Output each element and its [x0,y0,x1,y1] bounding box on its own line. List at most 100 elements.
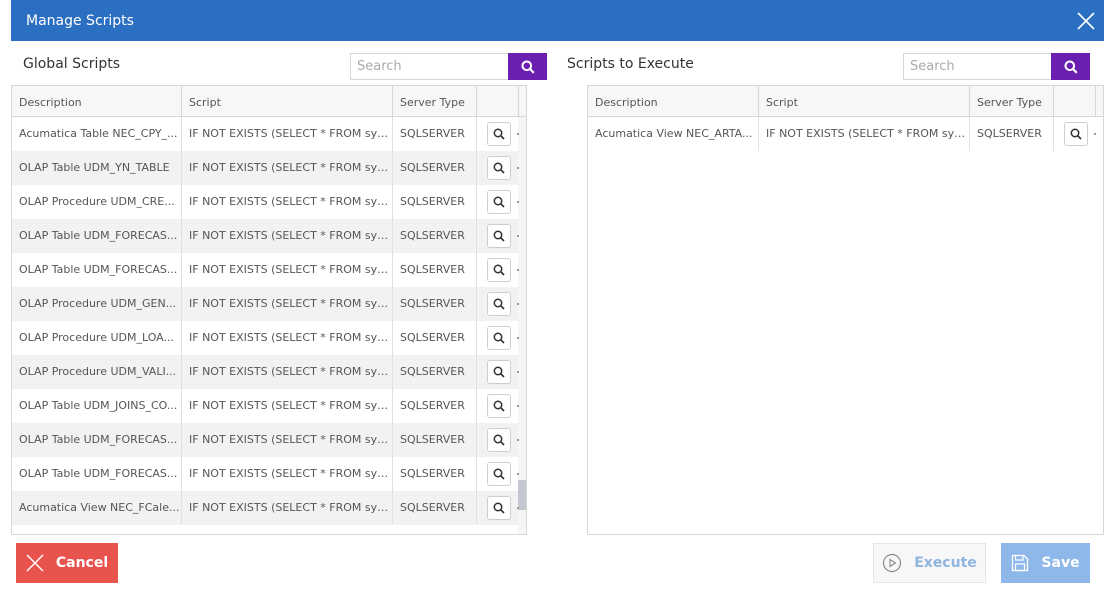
view-script-button[interactable] [487,190,511,214]
search-icon [493,366,505,378]
cell-description: Acumatica Table NEC_CPY_... [12,117,182,151]
overflow-dot [517,371,519,373]
view-script-button[interactable] [487,326,511,350]
close-icon [26,554,44,572]
execute-search-input[interactable] [903,53,1051,80]
search-icon [493,128,505,140]
search-icon [1064,60,1078,74]
table-row[interactable]: OLAP Table UDM_FORECAS... IF NOT EXISTS (… [12,457,519,491]
view-script-button[interactable] [487,360,511,384]
cell-server-type: SQLSERVER [393,389,477,423]
column-header-description[interactable]: Description [588,86,759,117]
view-script-button[interactable] [487,224,511,248]
column-header-script[interactable]: Script [182,86,393,117]
global-search-input[interactable] [350,53,508,80]
global-search [350,53,547,80]
cell-server-type: SQLSERVER [393,151,477,185]
cell-server-type: SQLSERVER [393,423,477,457]
save-button[interactable]: Save [1001,543,1090,583]
save-label: Save [1041,555,1080,571]
global-search-button[interactable] [508,53,547,80]
overflow-dot [517,473,519,475]
cell-script: IF NOT EXISTS (SELECT * FROM sys.... [182,457,393,491]
overflow-dot [517,303,519,305]
overflow-dot [517,235,519,237]
search-icon [493,162,505,174]
global-scripts-grid: Description Script Server Type Acumatica… [11,85,527,535]
cell-server-type: SQLSERVER [393,253,477,287]
search-icon [493,230,505,242]
cell-description: Acumatica View NEC_ARTA... [588,117,759,151]
cancel-button[interactable]: Cancel [16,543,118,583]
close-icon[interactable] [1076,11,1096,31]
overflow-dot [517,405,519,407]
table-row[interactable]: OLAP Table UDM_FORECAS... IF NOT EXISTS (… [12,219,519,253]
cell-server-type: SQLSERVER [393,287,477,321]
overflow-dot [517,133,519,135]
column-header-server-type[interactable]: Server Type [970,86,1054,117]
global-grid-scrollbar-thumb[interactable] [518,480,526,510]
table-row[interactable]: OLAP Table UDM_YN_TABLE IF NOT EXISTS (SE… [12,151,519,185]
table-row[interactable]: Acumatica Table NEC_CPY_... IF NOT EXISTS… [12,117,519,151]
cell-script: IF NOT EXISTS (SELECT * FROM sys.... [182,423,393,457]
view-script-button[interactable] [487,156,511,180]
table-row[interactable]: OLAP Procedure UDM_CRE... IF NOT EXISTS (… [12,185,519,219]
view-script-button[interactable] [1064,122,1088,146]
cell-script: IF NOT EXISTS (SELECT * FROM sys.... [182,389,393,423]
cell-server-type: SQLSERVER [393,355,477,389]
scripts-to-execute-grid: Description Script Server Type Acumatica… [587,85,1104,535]
table-row[interactable]: OLAP Procedure UDM_VALI... IF NOT EXISTS … [12,355,519,389]
view-script-button[interactable] [487,258,511,282]
execute-grid-header: Description Script Server Type [588,86,1103,117]
search-icon [493,264,505,276]
table-row[interactable]: Acumatica View NEC_ARTA... IF NOT EXISTS … [588,117,1096,151]
overflow-dot [517,201,519,203]
search-icon [521,60,535,74]
play-circle-icon [882,553,902,573]
view-script-button[interactable] [487,122,511,146]
execute-label: Execute [914,555,977,571]
cell-description: OLAP Procedure UDM_GEN... [12,287,182,321]
view-script-button[interactable] [487,462,511,486]
scripts-to-execute-title: Scripts to Execute [567,56,694,72]
table-row[interactable]: OLAP Procedure UDM_LOA... IF NOT EXISTS (… [12,321,519,355]
cell-script: IF NOT EXISTS (SELECT * FROM sys.... [182,151,393,185]
table-row[interactable]: Acumatica View NEC_FCale... IF NOT EXISTS… [12,491,519,525]
search-icon [1070,128,1082,140]
search-icon [493,332,505,344]
cell-description: OLAP Procedure UDM_LOA... [12,321,182,355]
table-row[interactable]: OLAP Procedure UDM_GEN... IF NOT EXISTS (… [12,287,519,321]
overflow-dot [517,439,519,441]
search-icon [493,468,505,480]
execute-search-button[interactable] [1051,53,1090,80]
cell-script: IF NOT EXISTS (SELECT * FROM sys.... [759,117,970,151]
dialog-titlebar: Manage Scripts [11,0,1104,41]
cell-server-type: SQLSERVER [393,457,477,491]
view-script-button[interactable] [487,394,511,418]
cell-script: IF NOT EXISTS (SELECT * FROM sys.... [182,253,393,287]
overflow-dot [517,167,519,169]
table-row[interactable]: OLAP Table UDM_FORECAS... IF NOT EXISTS (… [12,253,519,287]
cell-server-type: SQLSERVER [393,321,477,355]
column-header-script[interactable]: Script [759,86,970,117]
table-row[interactable]: OLAP Table UDM_JOINS_CO... IF NOT EXISTS … [12,389,519,423]
table-row[interactable]: OLAP Table UDM_FORECAS... IF NOT EXISTS (… [12,423,519,457]
cell-script: IF NOT EXISTS (SELECT * FROM sys.... [182,185,393,219]
column-header-server-type[interactable]: Server Type [393,86,477,117]
cell-server-type: SQLSERVER [393,219,477,253]
cell-description: OLAP Table UDM_FORECAS... [12,219,182,253]
execute-button[interactable]: Execute [873,543,986,583]
view-script-button[interactable] [487,496,511,520]
view-script-button[interactable] [487,428,511,452]
cell-script: IF NOT EXISTS (SELECT * FROM sys.... [182,321,393,355]
global-grid-scrollbar[interactable] [518,117,526,534]
cell-description: OLAP Table UDM_FORECAS... [12,423,182,457]
overflow-dot [517,337,519,339]
view-script-button[interactable] [487,292,511,316]
column-header-description[interactable]: Description [12,86,182,117]
column-header-actions [1054,86,1096,117]
dialog-title: Manage Scripts [26,13,134,29]
cell-script: IF NOT EXISTS (SELECT * FROM sys.... [182,491,393,525]
cell-script: IF NOT EXISTS (SELECT * FROM sys.... [182,355,393,389]
save-icon [1011,554,1029,572]
